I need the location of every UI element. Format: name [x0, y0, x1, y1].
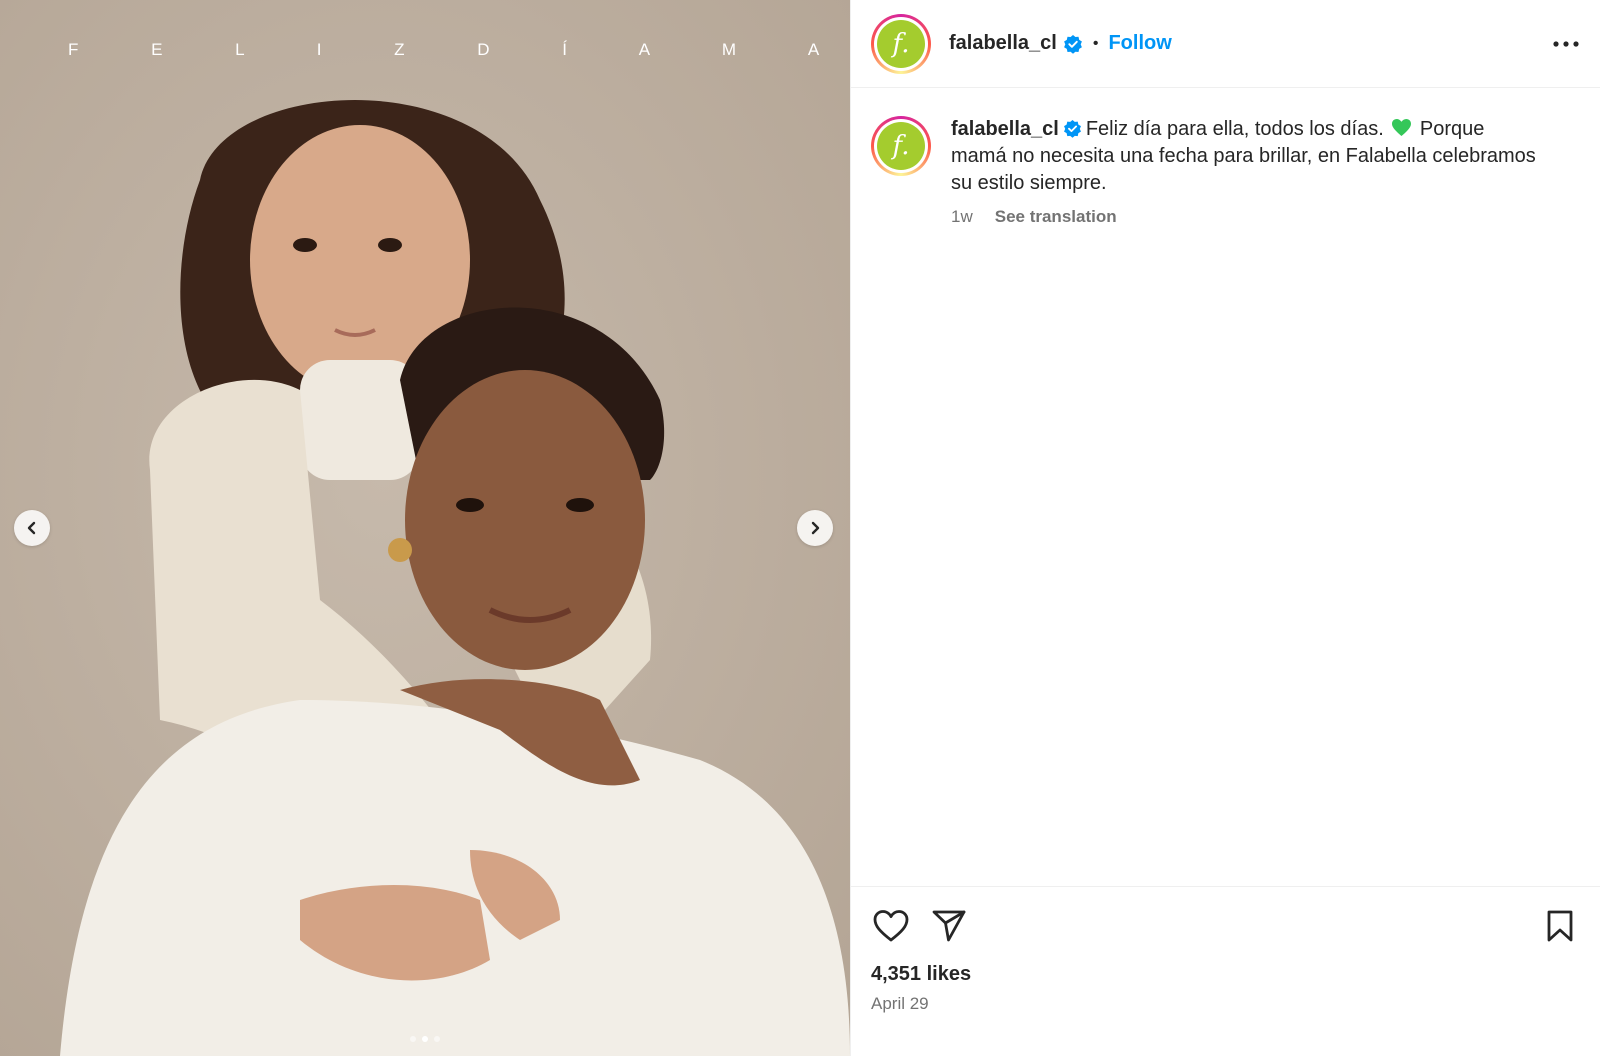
post-media: F E L I Z D Í A M A M Á — [0, 0, 850, 1056]
falabella-logo-icon: f. — [877, 19, 925, 68]
instagram-post: F E L I Z D Í A M A M Á f. falabella_cl — [0, 0, 1600, 1056]
caption-avatar[interactable]: f. — [871, 116, 931, 176]
more-options-button[interactable] — [1552, 30, 1580, 58]
save-button[interactable] — [1540, 906, 1580, 946]
caption-age: 1w — [951, 207, 973, 226]
see-translation-link[interactable]: See translation — [995, 207, 1117, 227]
post-actions-area: 4,351 likes April 29 — [851, 886, 1600, 1056]
header-separator: • — [1092, 34, 1099, 52]
verified-badge-icon — [1063, 119, 1081, 138]
post-date[interactable]: April 29 — [871, 994, 1580, 1014]
overlay-text: F E L I Z D Í A M A M Á — [68, 40, 850, 59]
carousel-dot — [410, 1036, 416, 1042]
falabella-logo-icon: f. — [877, 122, 925, 170]
share-button[interactable] — [929, 906, 969, 946]
caption: f. falabella_cl Feliz día para ella, tod… — [871, 116, 1580, 227]
carousel-prev-button[interactable] — [14, 510, 50, 546]
heart-icon — [873, 910, 909, 942]
carousel-indicator — [0, 1036, 850, 1042]
comments-section: f. falabella_cl Feliz día para ella, tod… — [851, 88, 1600, 886]
carousel-next-button[interactable] — [797, 510, 833, 546]
likes-count[interactable]: 4,351 likes — [871, 963, 1580, 986]
like-button[interactable] — [871, 906, 911, 946]
bookmark-icon — [1547, 910, 1573, 942]
carousel-dot — [434, 1036, 440, 1042]
caption-text: falabella_cl Feliz día para ella, todos … — [951, 116, 1541, 197]
verified-badge-icon — [1063, 34, 1082, 54]
header-username[interactable]: falabella_cl — [949, 32, 1057, 55]
action-bar — [871, 903, 1580, 949]
caption-username[interactable]: falabella_cl — [951, 118, 1059, 140]
chevron-left-icon — [27, 521, 36, 535]
green-heart-emoji-icon — [1392, 118, 1412, 137]
post-photo — [0, 0, 850, 1056]
more-icon — [1553, 40, 1579, 47]
caption-text-part-1: Feliz día para ella, todos los días. — [1085, 118, 1384, 140]
chevron-right-icon — [811, 521, 820, 535]
send-icon — [932, 910, 966, 942]
post-header: f. falabella_cl • Follow — [851, 0, 1600, 88]
follow-button[interactable]: Follow — [1108, 32, 1171, 55]
post-side-panel: f. falabella_cl • Follow f. falabella_cl… — [850, 0, 1600, 1056]
avatar[interactable]: f. — [871, 13, 931, 74]
carousel-dot-active — [422, 1036, 428, 1042]
